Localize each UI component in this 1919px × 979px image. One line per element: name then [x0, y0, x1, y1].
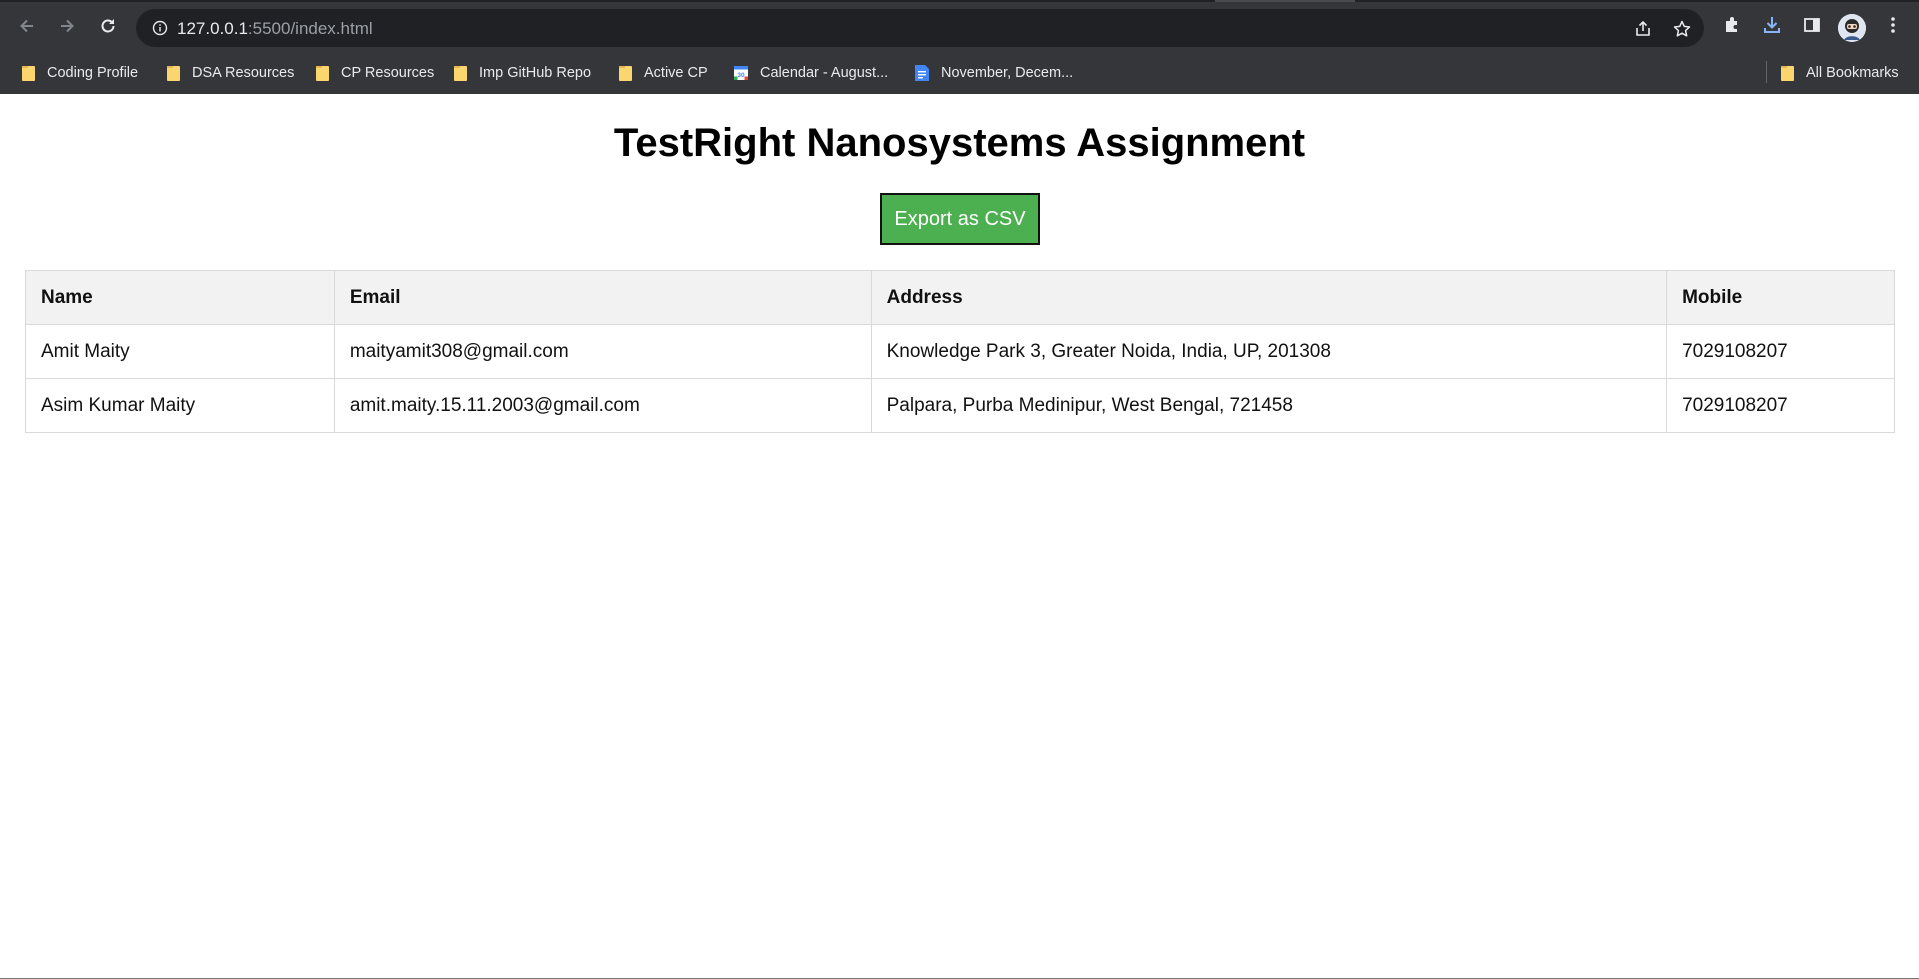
column-header-address: Address: [870, 270, 1668, 325]
cell-address: Palpara, Purba Medinipur, West Bengal, 7…: [870, 378, 1668, 433]
cell-name: Asim Kumar Maity: [25, 378, 335, 433]
url-path: :5500/index.html: [247, 19, 373, 38]
cell-email: maityamit308@gmail.com: [333, 324, 872, 379]
data-table: Name Email Address Mobile Amit Maity mai…: [25, 270, 1895, 433]
table-row: Asim Kumar Maity amit.maity.15.11.2003@g…: [25, 378, 1895, 433]
menu-kebab-icon[interactable]: [1880, 12, 1906, 38]
folder-icon: [165, 65, 181, 81]
table-row: Amit Maity maityamit308@gmail.com Knowle…: [25, 324, 1895, 379]
bookmark-label: Coding Profile: [47, 65, 139, 81]
page-title: TestRight Nanosystems Assignment: [613, 121, 1306, 165]
docs-icon: [914, 65, 930, 81]
bookmark-google-doc[interactable]: November, Decem...: [914, 61, 1073, 85]
bookmark-label: CP Resources: [341, 65, 435, 81]
browser-chrome: 127.0.0.1:5500/index.html Coding Profile…: [0, 0, 1919, 94]
profile-avatar[interactable]: [1838, 14, 1866, 42]
all-bookmarks-label: All Bookmarks: [1806, 65, 1899, 81]
extensions-icon[interactable]: [1719, 12, 1745, 38]
reload-button[interactable]: [93, 11, 123, 41]
bookmarks-divider: [1766, 61, 1767, 83]
folder-icon: [617, 65, 633, 81]
bookmark-label: DSA Resources: [192, 65, 295, 81]
table-header-row: Name Email Address Mobile: [25, 270, 1895, 325]
side-panel-icon[interactable]: [1799, 12, 1825, 38]
url-host: 127.0.0.1: [177, 19, 248, 38]
download-icon[interactable]: [1759, 12, 1785, 38]
bookmarks-bar: Coding Profile DSA Resources CP Resource…: [0, 52, 1919, 94]
bookmark-label: November, Decem...: [941, 65, 1074, 81]
column-header-mobile: Mobile: [1666, 270, 1895, 325]
reload-icon: [101, 19, 115, 33]
cell-address: Knowledge Park 3, Greater Noida, India, …: [870, 324, 1668, 379]
calendar-icon: 30: [733, 65, 749, 81]
bookmark-label: Calendar - August...: [760, 65, 889, 81]
cell-email: amit.maity.15.11.2003@gmail.com: [333, 378, 872, 433]
column-header-email: Email: [333, 270, 872, 325]
share-icon[interactable]: [1632, 18, 1654, 40]
folder-icon: [314, 65, 330, 81]
browser-toolbar: 127.0.0.1:5500/index.html: [0, 2, 1919, 52]
back-button[interactable]: [12, 11, 42, 41]
bookmark-calendar[interactable]: 30 Calendar - August...: [733, 61, 888, 85]
url-text[interactable]: 127.0.0.1:5500/index.html: [177, 19, 373, 39]
folder-icon: [452, 65, 468, 81]
forward-arrow-icon: [61, 19, 74, 33]
bookmark-label: Active CP: [644, 65, 708, 81]
bookmark-star-icon[interactable]: [1671, 18, 1693, 40]
bookmark-imp-github-repo[interactable]: Imp GitHub Repo: [452, 61, 591, 85]
back-arrow-icon: [20, 19, 33, 33]
page-content: TestRight Nanosystems Assignment Export …: [0, 94, 1919, 979]
folder-icon: [1779, 65, 1795, 81]
bookmark-active-cp[interactable]: Active CP: [617, 61, 708, 85]
bookmark-label: Imp GitHub Repo: [479, 65, 592, 81]
bookmark-coding-profile[interactable]: Coding Profile: [20, 61, 138, 85]
export-csv-button[interactable]: Export as CSV: [880, 193, 1040, 245]
cell-mobile: 7029108207: [1666, 324, 1895, 379]
site-info-icon[interactable]: [150, 18, 170, 38]
folder-icon: [20, 65, 36, 81]
bookmark-dsa-resources[interactable]: DSA Resources: [165, 61, 294, 85]
cell-name: Amit Maity: [25, 324, 335, 379]
forward-button[interactable]: [52, 11, 82, 41]
bookmark-cp-resources[interactable]: CP Resources: [314, 61, 434, 85]
all-bookmarks[interactable]: All Bookmarks: [1779, 61, 1899, 85]
svg-text:30: 30: [737, 72, 745, 79]
address-bar[interactable]: 127.0.0.1:5500/index.html: [136, 9, 1704, 47]
cell-mobile: 7029108207: [1666, 378, 1895, 433]
column-header-name: Name: [25, 270, 335, 325]
